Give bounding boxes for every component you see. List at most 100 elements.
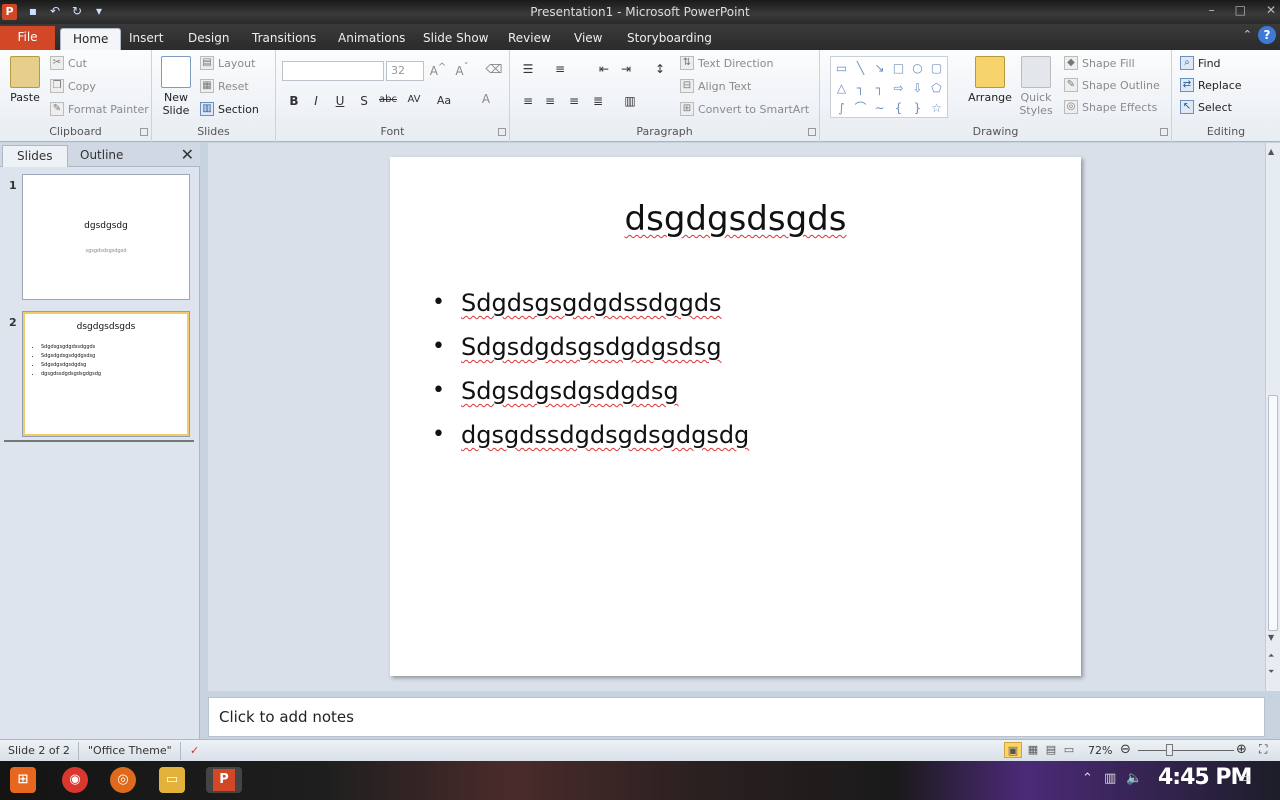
notifications-icon[interactable]: ▭ — [1238, 771, 1250, 786]
underline-icon[interactable]: U — [330, 94, 350, 108]
font-launcher-icon[interactable] — [498, 128, 506, 136]
align-left-icon[interactable]: ≡ — [518, 94, 538, 108]
replace-button[interactable]: ⇄ Replace — [1180, 78, 1242, 92]
minimize-button[interactable]: – — [1209, 3, 1215, 17]
decrease-indent-icon[interactable]: ⇤ — [594, 62, 614, 76]
tab-home[interactable]: Home — [60, 28, 122, 50]
next-slide-icon[interactable]: ⏷ — [1268, 667, 1274, 677]
tab-slides[interactable]: Slides — [2, 145, 68, 167]
pane-divider[interactable] — [4, 440, 194, 442]
powerpoint-taskbar-icon[interactable]: P — [206, 767, 242, 793]
line-shape-icon[interactable]: ╲ — [851, 58, 870, 78]
tab-slide-show[interactable]: Slide Show — [411, 28, 500, 50]
shadow-icon[interactable]: S — [354, 94, 374, 108]
tab-storyboarding[interactable]: Storyboarding — [615, 28, 724, 50]
arc-shape-icon[interactable]: ⌒ — [851, 98, 870, 118]
grow-font-icon[interactable]: A^ — [428, 62, 448, 78]
slide-show-view-icon[interactable]: ▭ — [1060, 742, 1078, 758]
close-button[interactable]: ✕ — [1266, 3, 1276, 17]
arrow-line-shape-icon[interactable]: ↘ — [870, 58, 889, 78]
bullets-icon[interactable]: ☰ — [518, 62, 538, 76]
pentagon-shape-icon[interactable]: ⬠ — [927, 78, 946, 98]
numbering-icon[interactable]: ≡ — [550, 62, 570, 76]
right-brace-shape-icon[interactable]: } — [908, 98, 927, 118]
paragraph-launcher-icon[interactable] — [808, 128, 816, 136]
font-color-icon[interactable]: A — [476, 92, 496, 106]
bold-icon[interactable]: B — [284, 94, 304, 108]
star-shape-icon[interactable]: ☆ — [927, 98, 946, 118]
tab-view[interactable]: View — [562, 28, 614, 50]
theme-name[interactable]: "Office Theme" — [88, 744, 172, 757]
zoom-slider-handle[interactable] — [1166, 744, 1173, 756]
firefox-icon[interactable]: ◎ — [110, 767, 136, 793]
zoom-out-icon[interactable]: ⊖ — [1120, 742, 1131, 757]
reset-button[interactable]: ▦ Reset — [200, 79, 249, 93]
quick-styles-button[interactable]: Quick Styles — [1014, 56, 1058, 117]
find-button[interactable]: ⌕ Find — [1180, 56, 1221, 70]
shrink-font-icon[interactable]: Aˇ — [452, 62, 472, 78]
vertical-scrollbar[interactable]: ▲ ▼ ⏶ ⏷ — [1265, 143, 1280, 691]
layout-button[interactable]: ▤ Layout — [200, 56, 255, 70]
fit-to-window-icon[interactable]: ⛶ — [1259, 742, 1267, 757]
maximize-button[interactable]: □ — [1235, 3, 1246, 17]
collapse-ribbon-icon[interactable]: ⌃ — [1243, 28, 1252, 41]
elbow-connector-shape-icon[interactable]: ┐ — [851, 78, 870, 98]
slide-thumbnail-2[interactable]: dsgdgsdsgds Sdgdsgsgdgdssdggds Sdgsdgdsg… — [22, 311, 190, 437]
drawing-launcher-icon[interactable] — [1160, 128, 1168, 136]
left-brace-shape-icon[interactable]: { — [889, 98, 908, 118]
shape-outline-button[interactable]: ✎ Shape Outline — [1064, 78, 1160, 92]
line-spacing-icon[interactable]: ↕ — [650, 62, 670, 76]
slide-sorter-view-icon[interactable]: ▦ — [1024, 742, 1042, 758]
strikethrough-icon[interactable]: abc — [378, 94, 398, 105]
justify-icon[interactable]: ≣ — [588, 94, 608, 108]
tab-design[interactable]: Design — [176, 28, 241, 50]
italic-icon[interactable]: I — [306, 94, 326, 108]
scrollbar-thumb[interactable] — [1268, 395, 1278, 631]
font-family-select[interactable] — [282, 61, 384, 81]
increase-indent-icon[interactable]: ⇥ — [616, 62, 636, 76]
notes-pane[interactable]: Click to add notes — [208, 697, 1265, 737]
curve-connector-shape-icon[interactable]: ∫ — [832, 98, 851, 118]
shapes-gallery[interactable]: ▭ ╲ ↘ □ ○ ▢ △ ┐ ┐ ⇨ ⇩ ⬠ ∫ ⌒ ∼ { } ☆ — [830, 56, 948, 118]
help-icon[interactable]: ? — [1258, 26, 1276, 44]
cut-button[interactable]: ✂ Cut — [50, 56, 87, 70]
copy-button[interactable]: ❐ Copy — [50, 79, 96, 93]
section-button[interactable]: ▥ Section — [200, 102, 259, 116]
volume-icon[interactable]: 🔈 — [1126, 771, 1142, 786]
slide-thumbnail-1[interactable]: dgsdgsdg sgsgdsdsgsdgsd — [22, 174, 190, 300]
shape-fill-button[interactable]: ◆ Shape Fill — [1064, 56, 1135, 70]
down-arrow-shape-icon[interactable]: ⇩ — [908, 78, 927, 98]
scroll-up-icon[interactable]: ▲ — [1268, 147, 1274, 156]
triangle-shape-icon[interactable]: △ — [832, 78, 851, 98]
chrome-icon[interactable]: ◉ — [62, 767, 88, 793]
character-spacing-icon[interactable]: AV — [404, 94, 424, 105]
clipboard-launcher-icon[interactable] — [140, 128, 148, 136]
rounded-rect-shape-icon[interactable]: ▢ — [927, 58, 946, 78]
font-size-select[interactable]: 32 — [386, 61, 424, 81]
arrange-button[interactable]: Arrange — [966, 56, 1014, 104]
textbox-shape-icon[interactable]: ▭ — [832, 58, 851, 78]
align-text-button[interactable]: ⊟ Align Text — [680, 79, 751, 93]
file-explorer-icon[interactable]: ▭ — [159, 767, 185, 793]
scroll-down-icon[interactable]: ▼ — [1268, 633, 1274, 642]
change-case-icon[interactable]: Aa — [434, 94, 454, 107]
paste-button[interactable]: Paste — [8, 56, 42, 104]
format-painter-button[interactable]: ✎ Format Painter — [50, 102, 149, 116]
elbow-arrow-shape-icon[interactable]: ┐ — [870, 78, 889, 98]
align-center-icon[interactable]: ≡ — [540, 94, 560, 108]
show-hidden-icons-icon[interactable]: ⌃ — [1082, 771, 1093, 786]
zoom-slider[interactable] — [1138, 750, 1234, 751]
start-menu-icon[interactable]: ⊞ — [10, 767, 36, 793]
select-button[interactable]: ↖ Select — [1180, 100, 1232, 114]
convert-smartart-button[interactable]: ⊞ Convert to SmartArt — [680, 102, 809, 116]
reading-view-icon[interactable]: ▤ — [1042, 742, 1060, 758]
rectangle-shape-icon[interactable]: □ — [889, 58, 908, 78]
zoom-in-icon[interactable]: ⊕ — [1236, 742, 1247, 757]
slide-title[interactable]: dsgdgsdsgds — [390, 199, 1081, 239]
tab-file[interactable]: File — [0, 26, 55, 50]
columns-icon[interactable]: ▥ — [620, 94, 640, 108]
slide-content-placeholder[interactable]: Sdgdsgsgdgdssdggds Sdgsdgdsgsdgdgsdsg Sd… — [432, 281, 749, 457]
align-right-icon[interactable]: ≡ — [564, 94, 584, 108]
tab-insert[interactable]: Insert — [117, 28, 175, 50]
clear-formatting-icon[interactable]: ⌫ — [484, 62, 504, 76]
